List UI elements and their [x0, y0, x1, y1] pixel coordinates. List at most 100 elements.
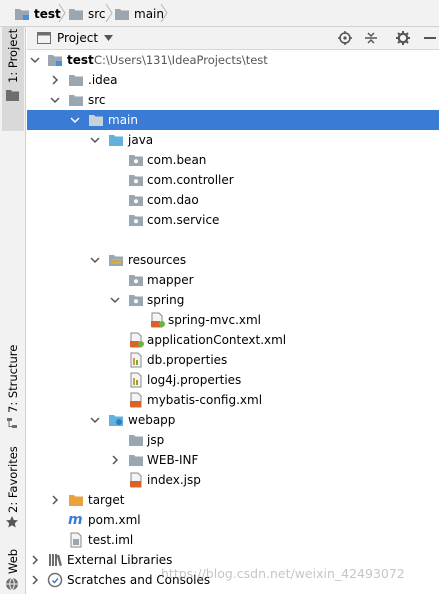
tree-node-file[interactable]: mybatis-config.xml — [27, 390, 439, 410]
tree-node-label: target — [88, 493, 125, 507]
tree-node-label: jsp — [147, 433, 165, 447]
tree-node-label: com.dao — [147, 193, 199, 207]
module-folder-icon — [15, 8, 29, 20]
package-icon — [129, 215, 143, 226]
favorites-tool-button[interactable]: 2: Favorites — [2, 446, 24, 533]
web-tool-label: Web — [6, 548, 20, 574]
project-panel-header: Project — [27, 27, 439, 50]
chevron-right-icon[interactable] — [29, 574, 41, 586]
tree-node-label: com.controller — [147, 173, 234, 187]
tree-node-file[interactable]: log4j.properties — [27, 370, 439, 390]
breadcrumb: test src main — [0, 0, 439, 27]
hide-panel-icon[interactable] — [422, 30, 438, 46]
chevron-down-icon — [104, 35, 114, 41]
tree-node-file[interactable]: db.properties — [27, 350, 439, 370]
tree-node-web-inf[interactable]: WEB-INF — [27, 450, 439, 470]
tree-node-label: WEB-INF — [147, 453, 199, 467]
tree-node-package[interactable]: com.controller — [27, 170, 439, 190]
folder-icon — [129, 435, 143, 446]
library-icon — [49, 554, 63, 567]
tree-node-label: applicationContext.xml — [147, 333, 287, 347]
tree-node-jsp[interactable]: jsp — [27, 430, 439, 450]
tree-node-src[interactable]: src — [27, 90, 439, 110]
chevron-right-icon[interactable] — [49, 74, 61, 86]
tree-node-label: src — [88, 93, 106, 107]
breadcrumb-separator — [105, 3, 113, 23]
locate-icon[interactable] — [337, 30, 353, 46]
chevron-down-icon[interactable] — [109, 294, 121, 306]
project-folder-icon — [6, 90, 19, 101]
tree-node-main[interactable]: main — [27, 110, 439, 130]
tree-node-target[interactable]: target — [27, 490, 439, 510]
folder-icon — [69, 95, 83, 106]
gear-icon[interactable] — [395, 30, 411, 46]
spring-xml-file-icon — [151, 312, 165, 328]
breadcrumb-item-test[interactable]: test — [14, 0, 61, 27]
tree-node-label: spring — [147, 293, 185, 307]
chevron-down-icon[interactable] — [89, 414, 101, 426]
properties-file-icon — [130, 352, 142, 368]
chevron-right-icon[interactable] — [29, 554, 41, 566]
jsp-file-icon — [130, 472, 142, 488]
tree-node-pom[interactable]: m pom.xml — [27, 510, 439, 530]
tree-node-label: log4j.properties — [147, 373, 242, 387]
package-icon — [129, 195, 143, 206]
chevron-down-icon[interactable] — [29, 54, 41, 66]
tree-node-package[interactable]: com.service — [27, 210, 439, 230]
tree-node-java[interactable]: java — [27, 130, 439, 150]
view-title: Project — [57, 31, 99, 45]
tree-node-label: test.iml — [88, 533, 134, 547]
tree-node-label: com.service — [147, 213, 220, 227]
tree-node-project-root[interactable]: test C:\Users\131\IdeaProjects\test — [27, 50, 439, 70]
tree-node-package[interactable]: com.bean — [27, 150, 439, 170]
breadcrumb-separator — [160, 3, 168, 23]
module-folder-icon — [48, 55, 62, 66]
tool-window-stripe: 1: Project 7: Structure 2: Favorites Web — [0, 27, 26, 594]
project-tool-label: 1: Project — [6, 28, 20, 83]
chevron-down-icon[interactable] — [89, 134, 101, 146]
tree-node-package[interactable]: com.dao — [27, 190, 439, 210]
folder-icon — [69, 8, 83, 20]
tree-node-iml[interactable]: test.iml — [27, 530, 439, 550]
tree-node-label: com.bean — [147, 153, 207, 167]
tree-node-webapp[interactable]: webapp — [27, 410, 439, 430]
chevron-right-icon[interactable] — [109, 454, 121, 466]
properties-file-icon — [130, 372, 142, 388]
chevron-down-icon[interactable] — [49, 94, 61, 106]
tree-node-resources[interactable]: resources — [27, 250, 439, 270]
view-selector[interactable]: Project — [37, 27, 114, 49]
tree-node-label: main — [108, 113, 138, 127]
tree-node-spring[interactable]: spring — [27, 290, 439, 310]
maven-icon: m — [68, 512, 83, 528]
project-view-icon — [37, 32, 51, 44]
breadcrumb-item-src[interactable]: src — [68, 0, 106, 27]
tree-node-file[interactable]: applicationContext.xml — [27, 330, 439, 350]
xml-file-icon — [130, 392, 142, 408]
breadcrumb-item-main[interactable]: main — [114, 0, 164, 27]
package-icon — [129, 155, 143, 166]
watermark: https://blog.csdn.net/weixin_42493072 — [161, 566, 405, 581]
breadcrumb-separator — [58, 3, 66, 23]
chevron-down-icon[interactable] — [69, 114, 81, 126]
web-folder-icon — [109, 415, 123, 426]
scratches-icon — [47, 572, 63, 588]
globe-icon — [6, 577, 18, 591]
star-icon — [6, 516, 18, 528]
project-path: C:\Users\131\IdeaProjects\test — [94, 53, 268, 67]
project-tool-button[interactable]: 1: Project — [2, 27, 24, 131]
tree-node-idea[interactable]: .idea — [27, 70, 439, 90]
collapse-all-icon[interactable] — [363, 30, 379, 46]
tree-node-label: webapp — [128, 413, 176, 427]
breadcrumb-label: src — [88, 6, 106, 21]
tree-node-index-jsp[interactable]: index.jsp — [27, 470, 439, 490]
web-tool-button[interactable]: Web — [2, 542, 24, 594]
tree-node-label: index.jsp — [147, 473, 201, 487]
folder-icon — [129, 455, 143, 466]
chevron-down-icon[interactable] — [89, 254, 101, 266]
tree-node-mapper[interactable]: mapper — [27, 270, 439, 290]
chevron-right-icon[interactable] — [49, 494, 61, 506]
tree-node-spring-mvc-xml[interactable]: spring-mvc.xml — [27, 310, 439, 330]
structure-tool-button[interactable]: 7: Structure — [2, 345, 24, 433]
tree-node-label: spring-mvc.xml — [168, 313, 262, 327]
tree-node-label: mybatis-config.xml — [147, 393, 263, 407]
